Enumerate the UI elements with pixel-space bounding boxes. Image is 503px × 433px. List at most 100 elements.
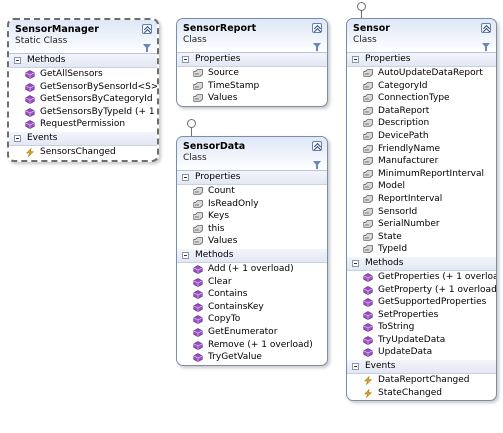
collapse-minus-icon[interactable]	[14, 134, 21, 142]
member-method[interactable]: GetProperties (+ 1 overload)	[347, 271, 496, 284]
member-method[interactable]: GetAllSensors	[9, 68, 157, 81]
member-property[interactable]: ConnectionType	[347, 92, 496, 105]
method-icon	[193, 340, 203, 350]
member-property[interactable]: Keys	[177, 210, 327, 223]
sensor-report-header[interactable]: SensorReport Class	[177, 19, 327, 53]
class-name: SensorManager	[15, 24, 99, 35]
member-method[interactable]: GetSupportedProperties	[347, 296, 496, 309]
property-icon	[363, 94, 373, 103]
member-property[interactable]: FriendlyName	[347, 143, 496, 156]
member-method[interactable]: ContainsKey	[177, 301, 327, 314]
member-property[interactable]: Description	[347, 117, 496, 130]
collapse-minus-icon[interactable]	[352, 363, 359, 371]
member-method[interactable]: Remove (+ 1 overload)	[177, 339, 327, 352]
member-property[interactable]: TimeStamp	[177, 80, 327, 93]
member-method[interactable]: GetProperty (+ 1 overload)	[347, 284, 496, 297]
member-method[interactable]: GetSensorBySensorId<S>	[9, 81, 157, 94]
collapse-minus-icon[interactable]	[352, 56, 359, 63]
sensor-data-class-box[interactable]: SensorData Class Properties Count IsReadOnly…	[176, 136, 328, 366]
member-method[interactable]: UpdateData	[347, 346, 496, 359]
member-property[interactable]: Count	[177, 185, 327, 198]
member-method[interactable]: TryGetValue	[177, 351, 327, 364]
member-method[interactable]: Add (+ 1 overload)	[177, 263, 327, 276]
member-property[interactable]: SensorId	[347, 206, 496, 219]
method-icon	[363, 323, 373, 333]
member-property[interactable]: Manufacturer	[347, 155, 496, 168]
member-property[interactable]: State	[347, 231, 496, 244]
member-name: DataReportChanged	[378, 375, 470, 386]
property-icon	[363, 169, 373, 179]
section-header-events[interactable]: Events	[347, 360, 496, 375]
collapse-chevron-icon[interactable]	[312, 23, 322, 33]
property-icon	[193, 69, 203, 78]
member-property[interactable]: IsReadOnly	[177, 198, 327, 211]
member-property[interactable]: MinimumReportInterval	[347, 168, 496, 181]
member-method[interactable]: Contains	[177, 288, 327, 301]
member-property[interactable]: AutoUpdateDataReport	[347, 67, 496, 80]
member-name: RequestPermission	[40, 119, 126, 130]
member-method[interactable]: SetProperties	[347, 309, 496, 322]
method-icon	[363, 285, 373, 295]
member-method[interactable]: RequestPermission	[9, 118, 157, 131]
member-property[interactable]: CategoryId	[347, 80, 496, 93]
section-header-properties[interactable]: Properties	[177, 53, 327, 67]
member-method[interactable]: TryUpdateData	[347, 334, 496, 347]
collapse-chevron-icon[interactable]	[312, 141, 322, 151]
member-property[interactable]: Model	[347, 180, 496, 193]
member-method[interactable]: CopyTo	[177, 313, 327, 326]
member-property[interactable]: Values	[177, 92, 327, 105]
section-header-properties[interactable]: Properties	[347, 53, 496, 67]
member-name: UpdateData	[378, 347, 433, 358]
collapse-minus-icon[interactable]	[352, 259, 359, 267]
section-header-methods[interactable]: Methods	[177, 248, 327, 263]
member-name: GetSensorBySensorId<S>	[40, 81, 159, 92]
member-list: Source TimeStamp Values	[177, 67, 327, 106]
member-property[interactable]: TypeId	[347, 243, 496, 256]
section-title: Properties	[195, 54, 241, 64]
property-icon	[363, 207, 373, 217]
member-event[interactable]: DataReportChanged	[347, 374, 496, 387]
sensor-data-header[interactable]: SensorData Class	[177, 137, 327, 171]
filter-icon[interactable]	[313, 161, 321, 169]
section-header-properties[interactable]: Properties	[177, 171, 327, 185]
collapse-minus-icon[interactable]	[182, 174, 189, 181]
member-method[interactable]: Clear	[177, 276, 327, 289]
member-event[interactable]: StateChanged	[347, 387, 496, 400]
member-method[interactable]: ToString	[347, 321, 496, 334]
member-name: Values	[208, 236, 238, 247]
member-method[interactable]: GetSensorsByTypeId (+ 1 ov...	[9, 106, 157, 119]
filter-icon[interactable]	[143, 44, 151, 52]
member-property[interactable]: SerialNumber	[347, 218, 496, 231]
member-property[interactable]: Values	[177, 235, 327, 248]
collapse-minus-icon[interactable]	[182, 56, 189, 63]
member-property[interactable]: Source	[177, 67, 327, 80]
member-event[interactable]: SensorsChanged	[9, 146, 157, 159]
member-name: GetSensorsByCategoryId	[40, 94, 153, 105]
collapse-minus-icon[interactable]	[14, 57, 21, 64]
filter-icon[interactable]	[313, 43, 321, 51]
collapse-minus-icon[interactable]	[182, 251, 189, 259]
collapse-chevron-icon[interactable]	[481, 23, 491, 33]
section-header-methods[interactable]: Methods	[9, 54, 157, 68]
section-title: Methods	[365, 257, 404, 268]
section-header-events[interactable]: Events	[9, 131, 157, 146]
member-property[interactable]: DevicePath	[347, 130, 496, 143]
collapse-chevron-icon[interactable]	[142, 24, 152, 34]
sensor-class-box[interactable]: Sensor Class Properties AutoUpdateDataRepor…	[346, 18, 497, 402]
sensor-report-class-box[interactable]: SensorReport Class Properties Source TimeSta…	[176, 18, 328, 107]
filter-icon[interactable]	[482, 43, 490, 51]
member-property[interactable]: DataReport	[347, 105, 496, 118]
sensor-manager-class-box[interactable]: SensorManager Static Class Methods GetAllSe…	[7, 18, 159, 162]
member-name: Contains	[208, 289, 248, 300]
member-property[interactable]: this	[177, 223, 327, 236]
member-name: Add (+ 1 overload)	[208, 263, 294, 274]
member-method[interactable]: GetEnumerator	[177, 326, 327, 339]
sensor-header[interactable]: Sensor Class	[347, 19, 496, 53]
member-property[interactable]: ReportInterval	[347, 193, 496, 206]
sensor-manager-header[interactable]: SensorManager Static Class	[9, 20, 157, 54]
section-header-methods[interactable]: Methods	[347, 256, 496, 271]
member-name: DataReport	[378, 105, 430, 116]
method-icon	[193, 315, 203, 325]
member-method[interactable]: GetSensorsByCategoryId	[9, 93, 157, 106]
section-title: Methods	[27, 55, 66, 65]
